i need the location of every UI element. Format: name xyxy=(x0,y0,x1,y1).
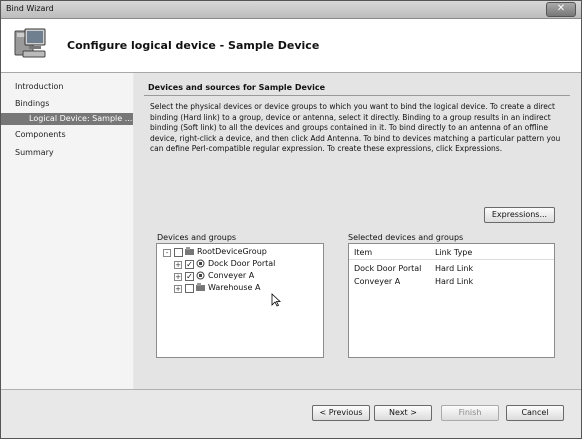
grid-cell-link-type[interactable]: Hard Link xyxy=(435,277,473,286)
nav-item-summary[interactable]: Summary xyxy=(15,148,54,157)
group-icon xyxy=(196,283,205,291)
close-button[interactable]: ✕ xyxy=(546,2,576,17)
section-divider xyxy=(144,95,570,96)
wizard-nav: Introduction Bindings Logical Device: Sa… xyxy=(1,73,133,389)
expand-icon[interactable]: + xyxy=(174,273,182,281)
tree-node-label: RootDeviceGroup xyxy=(197,247,267,256)
wizard-footer: < Previous Next > Finish Cancel xyxy=(1,390,581,438)
nav-item-bindings[interactable]: Bindings xyxy=(15,99,49,108)
tree-node-label: Dock Door Portal xyxy=(208,259,276,268)
expand-icon[interactable]: + xyxy=(174,261,182,269)
expand-icon[interactable]: + xyxy=(174,285,182,293)
devices-groups-label: Devices and groups xyxy=(157,233,237,242)
nav-item-label: Logical Device: Sample ... xyxy=(29,114,133,123)
instructions-text: Select the physical devices or device gr… xyxy=(150,102,561,153)
tree-node-label: Warehouse A xyxy=(208,283,261,292)
previous-button[interactable]: < Previous xyxy=(312,405,370,421)
page-title: Configure logical device - Sample Device xyxy=(67,39,320,52)
device-icon xyxy=(196,271,205,280)
tree-node-label: Conveyer A xyxy=(208,271,255,280)
group-icon xyxy=(185,247,194,255)
device-icon xyxy=(196,259,205,268)
grid-cell-item[interactable]: Conveyer A xyxy=(354,277,400,286)
header-divider xyxy=(349,259,554,260)
warehouse-a-checkbox[interactable] xyxy=(185,284,194,293)
wizard-header: Configure logical device - Sample Device xyxy=(1,19,581,73)
close-icon: ✕ xyxy=(556,3,566,14)
grid-cell-item[interactable]: Dock Door Portal xyxy=(354,264,421,273)
bind-wizard-window: Bind Wizard ✕ Configure logical device -… xyxy=(0,0,582,439)
nav-item-components[interactable]: Components xyxy=(15,130,66,139)
window-title: Bind Wizard xyxy=(6,4,54,13)
expressions-button[interactable]: Expressions... xyxy=(484,207,555,223)
column-header-link-type[interactable]: Link Type xyxy=(435,248,472,257)
nav-item-logical-device[interactable]: Logical Device: Sample ... xyxy=(1,113,133,125)
mouse-pointer-icon xyxy=(271,293,281,307)
root-checkbox[interactable] xyxy=(174,248,183,257)
selected-devices-label: Selected devices and groups xyxy=(348,233,464,242)
section-title: Devices and sources for Sample Device xyxy=(148,83,326,92)
finish-button[interactable]: Finish xyxy=(441,405,499,421)
wizard-content: Devices and sources for Sample Device Se… xyxy=(134,73,580,389)
title-bar[interactable]: Bind Wizard ✕ xyxy=(1,1,581,19)
selected-devices-grid[interactable]: Item Link Type Dock Door Portal Hard Lin… xyxy=(348,243,555,358)
cancel-button[interactable]: Cancel xyxy=(506,405,564,421)
grid-cell-link-type[interactable]: Hard Link xyxy=(435,264,473,273)
computer-icon xyxy=(14,28,46,58)
devices-tree[interactable]: - RootDeviceGroup + ✓ Dock Door Portal +… xyxy=(156,243,324,358)
collapse-icon[interactable]: - xyxy=(163,249,171,257)
dock-door-portal-checkbox[interactable]: ✓ xyxy=(185,260,194,269)
conveyer-a-checkbox[interactable]: ✓ xyxy=(185,272,194,281)
nav-item-introduction[interactable]: Introduction xyxy=(15,82,63,91)
column-header-item[interactable]: Item xyxy=(354,248,372,257)
next-button[interactable]: Next > xyxy=(374,405,432,421)
